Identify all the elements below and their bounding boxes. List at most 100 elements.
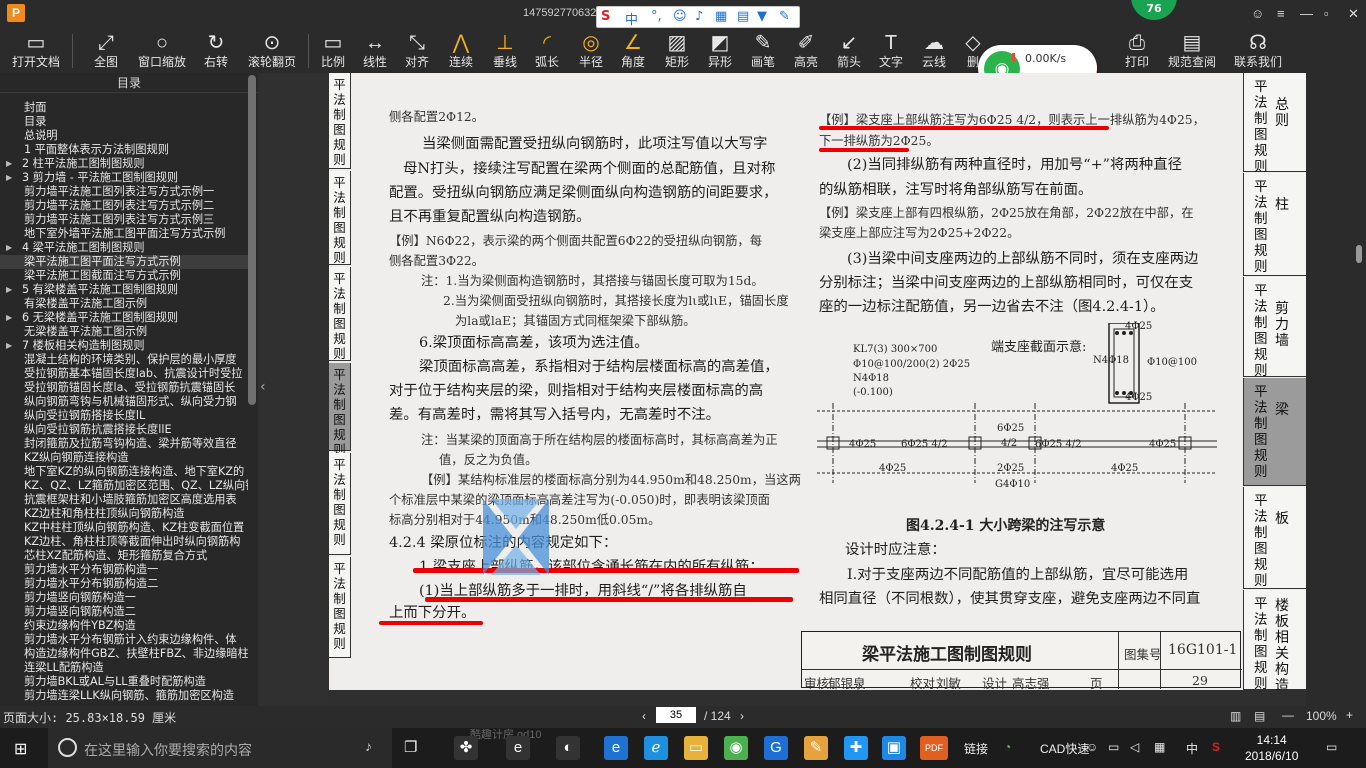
network-tray-icon[interactable]: ▭ (1108, 740, 1119, 754)
toc-item[interactable]: 封闭箍筋及拉筋弯钩构造、梁并筋等效直径 (0, 437, 248, 451)
toc-item[interactable]: 剪力墙平法施工图列表注写方式示例二 (0, 199, 248, 213)
left-section-tab[interactable]: 平法制图规则 (329, 453, 351, 555)
toc-item[interactable]: ▶ 4 梁平法施工图制图规则 (0, 241, 248, 255)
arrow-button[interactable]: ↙ 箭头 (832, 28, 866, 73)
toc-item[interactable]: 剪力墙水平分布钢筋构造一 (0, 563, 248, 577)
sogou-icon[interactable]: S (601, 9, 610, 24)
microphone-icon[interactable]: ♪ (365, 738, 372, 754)
wifi-tray-icon[interactable]: ◔ (1004, 740, 1011, 754)
chevron-left-icon[interactable]: ‹ (260, 379, 266, 395)
keyboard-tray-icon[interactable]: ▦ (1154, 740, 1165, 754)
toc-item[interactable]: KZ纵向钢筋连接构造 (0, 451, 248, 465)
user-icon[interactable]: ☺ (1251, 6, 1264, 21)
window-zoom-button[interactable]: ○ 窗口缩放 (134, 28, 190, 73)
toc-item[interactable]: 有梁楼盖平法施工图示例 (0, 297, 248, 311)
zoom-in-icon[interactable]: + (1346, 708, 1353, 722)
file-explorer-icon[interactable]: ▭ (684, 736, 708, 760)
toc-item[interactable]: KZ边柱、角柱柱顶等截面伸出时纵向钢筋构 (0, 535, 248, 549)
angle-button[interactable]: ∠ 角度 (616, 28, 650, 73)
aligned-button[interactable]: ⤡ 对齐 (400, 28, 434, 73)
circle-app-icon[interactable]: ◐ (556, 736, 580, 760)
toc-item[interactable]: KZ中柱柱顶纵向钢筋构造、KZ柱变截面位置 (0, 521, 248, 535)
taskbar-search[interactable]: 在这里输入你要搜索的内容 ♪ (48, 728, 392, 768)
360-icon[interactable]: ◉ (724, 736, 748, 760)
expand-arrow-icon[interactable]: ▶ (6, 241, 12, 255)
radius-button[interactable]: ◎ 半径 (574, 28, 608, 73)
toc-item[interactable]: KZ、QZ、LZ箍筋加密区范围、QZ、LZ纵向钢 (0, 479, 248, 493)
toc-item[interactable]: 芯柱XZ配筋构造、矩形箍筋复合方式 (0, 549, 248, 563)
toc-item[interactable]: 封面 (0, 101, 248, 115)
toc-item[interactable]: 1 平面整体表示方法制图规则 (0, 143, 248, 157)
toc-item[interactable]: ▶ 6 无梁楼盖平法施工图制图规则 (0, 311, 248, 325)
toc-item[interactable]: 剪力墙BKL或AL与LL重叠时配筋构造 (0, 675, 248, 689)
next-page-icon[interactable]: › (740, 709, 744, 723)
linear-button[interactable]: ↔ 线性 (358, 28, 392, 73)
expand-arrow-icon[interactable]: ▶ (6, 311, 12, 325)
toc-item[interactable]: ▶ 5 有梁楼盖平法施工图制图规则 (0, 283, 248, 297)
expand-arrow-icon[interactable]: ▶ (6, 339, 12, 353)
notification-icon[interactable]: ▭ (1326, 740, 1337, 754)
toc-item[interactable]: 受拉钢筋基本锚固长度lab、抗震设计时受拉 (0, 367, 248, 381)
menu-icon[interactable]: ≡ (1277, 6, 1285, 21)
irregular-button[interactable]: ◩ 异形 (703, 28, 737, 73)
toc-item[interactable]: ▶ 7 楼板相关构造制图规则 (0, 339, 248, 353)
wheel-page-button[interactable]: ⊙ 滚轮翻页 (244, 28, 300, 73)
tray-link[interactable]: 链接 (964, 740, 988, 757)
continuous-button[interactable]: ⋀ 连续 (444, 28, 478, 73)
perpendicular-button[interactable]: ⊥ 垂线 (488, 28, 522, 73)
ime-toolbar[interactable]: S 中 °, ☺ ♪ ▦ ▤ ▼ ✎ (596, 6, 800, 28)
keyboard-icon[interactable]: ▦ (715, 9, 727, 24)
emoji-icon[interactable]: ☺ (673, 9, 687, 24)
toc-item[interactable]: 构造边缘构件GBZ、扶壁柱FBZ、非边缘暗柱 (0, 647, 248, 661)
toc-item[interactable]: 剪力墙平法施工图列表注写方式示例三 (0, 213, 248, 227)
toc-item[interactable]: 剪力墙水平分布钢筋计入约束边缘构件、体 (0, 633, 248, 647)
left-section-tab[interactable]: 平法制图规则 (329, 267, 351, 361)
plus-app-icon[interactable]: ✚ (844, 736, 868, 760)
toc-item[interactable]: 纵向钢筋弯钩与机械锚固形式、纵向受力钢 (0, 395, 248, 409)
toc-item[interactable]: 剪力墙平法施工图列表注写方式示例一 (0, 185, 248, 199)
toc-item[interactable]: 地下室外墙平法施工图平面注写方式示例 (0, 227, 248, 241)
toc-item[interactable]: 受拉钢筋锚固长度la、受拉钢筋抗震锚固长 (0, 381, 248, 395)
expand-arrow-icon[interactable]: ▶ (6, 157, 12, 171)
ime-mode[interactable]: 中 (625, 9, 638, 28)
toc-item[interactable]: 连梁LL配筋构造 (0, 661, 248, 675)
toc-scrollbar[interactable] (248, 75, 256, 405)
highlight-button[interactable]: ✐ 高亮 (789, 28, 823, 73)
contact-us-button[interactable]: ☊ 联系我们 (1230, 28, 1286, 73)
toc-item[interactable]: 纵向受拉钢筋抗震搭接长度llE (0, 423, 248, 437)
toc-item[interactable]: 梁平法施工图平面注写方式示例 (0, 255, 248, 269)
fan-app-icon[interactable]: ✤ (454, 736, 478, 760)
toc-item[interactable]: 抗震框架柱和小墙肢箍筋加密区高度选用表 (0, 493, 248, 507)
toc-item[interactable]: 无梁楼盖平法施工图示例 (0, 325, 248, 339)
ie-icon[interactable]: e (506, 736, 530, 760)
full-view-button[interactable]: ⤢ 全图 (84, 28, 128, 73)
pen-button[interactable]: ✎ 画笔 (746, 28, 780, 73)
left-section-tab[interactable]: 平法制图规则 (329, 171, 351, 265)
windows-start-icon[interactable]: ⊞ (14, 739, 27, 759)
browser-g-icon[interactable]: G (764, 736, 788, 760)
task-view-icon[interactable]: ❐ (404, 738, 417, 756)
toc-item[interactable]: 约束边缘构件YBZ构造 (0, 619, 248, 633)
rectangle-button[interactable]: ▨ 矩形 (660, 28, 694, 73)
spec-lookup-button[interactable]: ▤ 规范查阅 (1164, 28, 1220, 73)
ie2-icon[interactable]: ℯ (644, 736, 668, 760)
expand-arrow-icon[interactable]: ▶ (6, 171, 12, 185)
people-icon[interactable]: ☺ (1086, 740, 1098, 754)
prev-page-icon[interactable]: ‹ (642, 709, 646, 723)
toc-item[interactable]: 混凝土结构的环境类别、保护层的最小厚度 (0, 353, 248, 367)
right-section-tab[interactable]: 平法制图规则总则 (1243, 73, 1306, 175)
clock[interactable]: 14:14 2018/6/10 (1245, 732, 1298, 764)
left-section-tab[interactable]: 平法制图规则 (329, 73, 351, 169)
toc-item[interactable]: 梁平法施工图截面注写方式示例 (0, 269, 248, 283)
right-section-tab[interactable]: 平法制图规则剪力墙 (1243, 277, 1306, 379)
scale-button[interactable]: ▭ 比例 (316, 28, 350, 73)
edge-icon[interactable]: e (604, 736, 628, 760)
right-section-tab[interactable]: 平法制图规则梁 (1243, 378, 1306, 486)
toc-item[interactable]: 剪力墙竖向钢筋构造二 (0, 605, 248, 619)
cad-tray[interactable]: CAD快速 (1040, 740, 1089, 757)
notes-icon[interactable]: ✎ (804, 736, 828, 760)
toc-item[interactable]: ▶ 3 剪力墙 - 平法施工图制图规则 (0, 171, 248, 185)
volume-icon[interactable]: ◁ (1130, 740, 1139, 754)
calc-app-icon[interactable]: ▣ (882, 736, 906, 760)
toc-item[interactable]: 剪力墙竖向钢筋构造一 (0, 591, 248, 605)
